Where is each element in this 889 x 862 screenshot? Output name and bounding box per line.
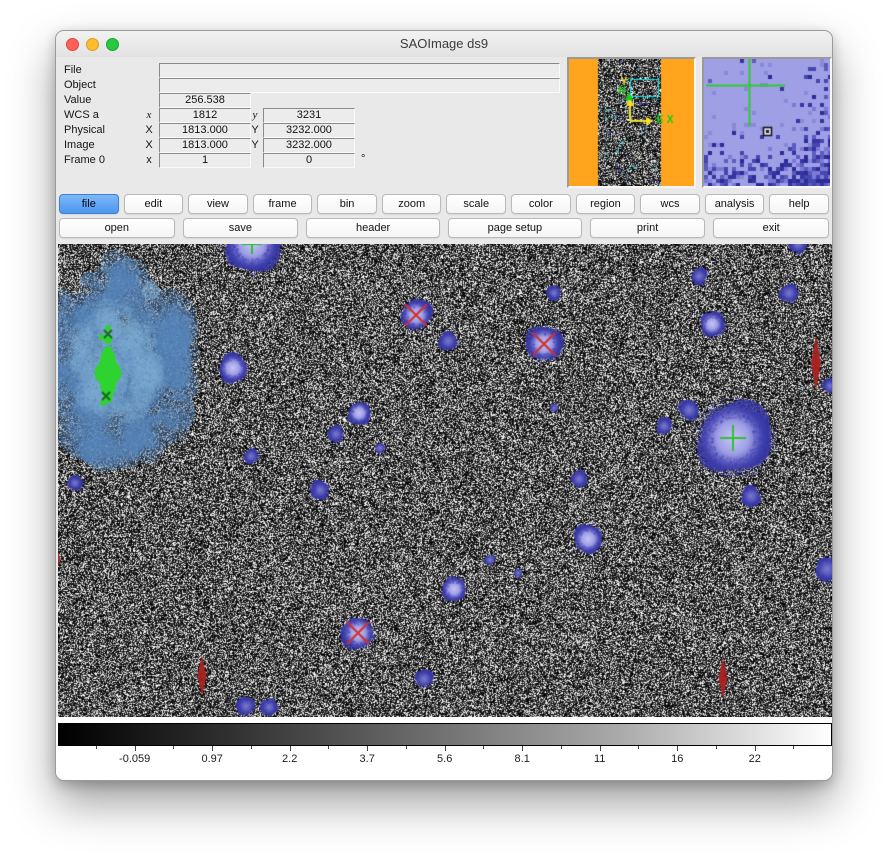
- physical-x-label: X: [142, 124, 156, 136]
- colorbar-tick-label: 8.1: [515, 753, 530, 765]
- menu-button-view[interactable]: view: [188, 194, 248, 214]
- colorbar-tick-label: 11: [594, 753, 605, 765]
- degree-label: °: [361, 153, 365, 165]
- frame-row: Frame 0 x 1 0 °: [56, 153, 567, 168]
- colorbar-minor-tick: [406, 746, 407, 749]
- panner-canvas[interactable]: [569, 59, 694, 186]
- menu-button-region[interactable]: region: [576, 194, 636, 214]
- menu-button-wcs[interactable]: wcs: [640, 194, 700, 214]
- colorbar-minor-tick: [638, 746, 639, 749]
- wcs-y-field[interactable]: 3231: [263, 108, 355, 123]
- value-label: Value: [64, 94, 91, 106]
- colorbar-tick-label: 16: [671, 753, 683, 765]
- object-label: Object: [64, 79, 96, 91]
- frame-label: Frame 0: [64, 154, 105, 166]
- menu-button-color[interactable]: color: [511, 194, 571, 214]
- colorbar-major-tick: [677, 746, 678, 751]
- save-button[interactable]: save: [183, 218, 299, 238]
- value-field[interactable]: 256.538: [159, 93, 251, 108]
- page-setup-button[interactable]: page setup: [448, 218, 582, 238]
- image-y-field[interactable]: 3232.000: [263, 138, 355, 153]
- menu-button-help[interactable]: help: [769, 194, 829, 214]
- image-row: Image X 1813.000 Y 3232.000: [56, 138, 567, 153]
- colorbar-major-tick: [522, 746, 523, 751]
- physical-label: Physical: [64, 124, 105, 136]
- file-row: File: [56, 63, 567, 78]
- app-window: SAOImage ds9 File Object Value 256.538 W…: [55, 30, 833, 781]
- menu-button-edit[interactable]: edit: [124, 194, 184, 214]
- colorbar-tick-label: 0.97: [201, 753, 222, 765]
- physical-y-field[interactable]: 3232.000: [263, 123, 355, 138]
- colorbar-minor-tick: [328, 746, 329, 749]
- colorbar-minor-tick: [251, 746, 252, 749]
- info-panel: File Object Value 256.538 WCS a x 1812 y…: [56, 63, 567, 168]
- menu-button-scale[interactable]: scale: [446, 194, 506, 214]
- file-menu-bar: open save header page setup print exit: [59, 218, 829, 238]
- wcs-x-field[interactable]: 1812: [159, 108, 251, 123]
- titlebar[interactable]: SAOImage ds9: [56, 31, 832, 57]
- colorbar-labels: -0.059 0.97 2.2 3.7 5.6 8.1 11 16 22: [59, 752, 831, 767]
- menu-button-bin[interactable]: bin: [317, 194, 377, 214]
- colorbar-minor-tick: [716, 746, 717, 749]
- image-label: Image: [64, 139, 95, 151]
- menu-button-zoom[interactable]: zoom: [382, 194, 442, 214]
- colorbar-major-tick: [290, 746, 291, 751]
- colorbar-minor-tick: [793, 746, 794, 749]
- frame-zoom-field[interactable]: 1: [159, 153, 251, 168]
- physical-x-field[interactable]: 1813.000: [159, 123, 251, 138]
- magnifier[interactable]: [702, 57, 832, 188]
- image-display[interactable]: [58, 244, 832, 717]
- wcs-x-label: x: [142, 109, 156, 121]
- image-y-label: Y: [248, 139, 262, 151]
- menu-bar: file edit view frame bin zoom scale colo…: [59, 194, 829, 214]
- frame-rotate-field[interactable]: 0: [263, 153, 355, 168]
- colorbar-minor-tick: [173, 746, 174, 749]
- window-title: SAOImage ds9: [56, 31, 832, 57]
- header-button[interactable]: header: [306, 218, 440, 238]
- print-button[interactable]: print: [590, 218, 706, 238]
- colorbar-major-tick: [600, 746, 601, 751]
- colorbar-minor-tick: [96, 746, 97, 749]
- colorbar-major-tick: [755, 746, 756, 751]
- magnifier-canvas[interactable]: [704, 59, 830, 186]
- physical-y-label: Y: [248, 124, 262, 136]
- image-x-field[interactable]: 1813.000: [159, 138, 251, 153]
- colorbar-tick-label: 2.2: [282, 753, 297, 765]
- physical-row: Physical X 1813.000 Y 3232.000: [56, 123, 567, 138]
- colorbar-tick-label: 5.6: [437, 753, 452, 765]
- frame-x-label: x: [142, 154, 156, 166]
- colorbar-tick-label: 22: [749, 753, 761, 765]
- object-field[interactable]: [159, 78, 560, 93]
- open-button[interactable]: open: [59, 218, 175, 238]
- menu-button-frame[interactable]: frame: [253, 194, 313, 214]
- image-x-label: X: [142, 139, 156, 151]
- colorbar-major-tick: [212, 746, 213, 751]
- colorbar-minor-tick: [561, 746, 562, 749]
- colorbar-tick-label: -0.059: [119, 753, 150, 765]
- exit-button[interactable]: exit: [713, 218, 829, 238]
- menu-button-analysis[interactable]: analysis: [705, 194, 765, 214]
- colorbar-minor-tick: [483, 746, 484, 749]
- sky-canvas[interactable]: [58, 244, 832, 717]
- colorbar[interactable]: [58, 723, 832, 746]
- panner[interactable]: [567, 57, 696, 188]
- object-row: Object: [56, 78, 567, 93]
- value-row: Value 256.538: [56, 93, 567, 108]
- colorbar-major-tick: [135, 746, 136, 751]
- menu-button-file[interactable]: file: [59, 194, 119, 214]
- file-field[interactable]: [159, 63, 560, 78]
- colorbar-major-tick: [367, 746, 368, 751]
- colorbar-tick-label: 3.7: [360, 753, 375, 765]
- colorbar-area: -0.059 0.97 2.2 3.7 5.6 8.1 11 16 22: [56, 717, 833, 781]
- wcs-y-label: y: [248, 109, 262, 121]
- wcs-row: WCS a x 1812 y 3231: [56, 108, 567, 123]
- colorbar-major-tick: [445, 746, 446, 751]
- file-label: File: [64, 64, 82, 76]
- wcs-label: WCS a: [64, 109, 99, 121]
